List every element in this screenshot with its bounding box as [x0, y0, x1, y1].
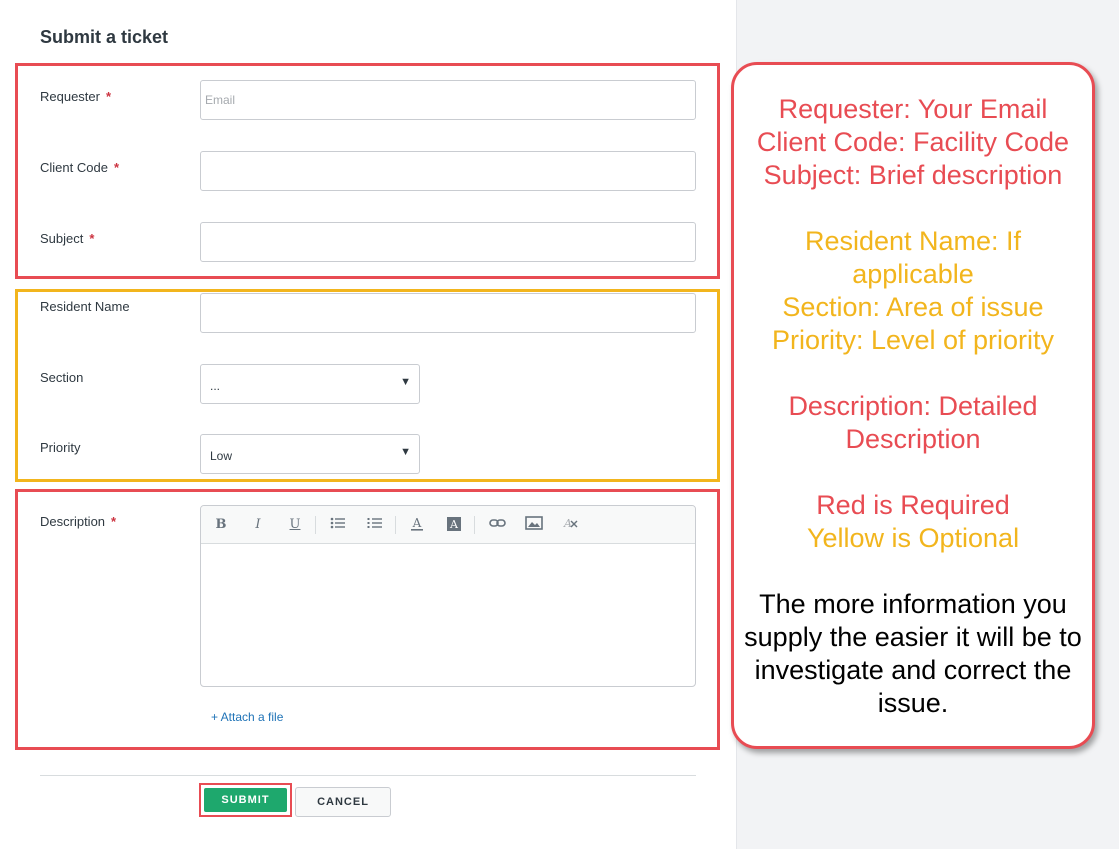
client-code-label: Client Code *: [40, 160, 119, 175]
page-title: Submit a ticket: [40, 27, 169, 47]
clear-format-icon[interactable]: A: [561, 516, 581, 534]
client-code-input[interactable]: [200, 151, 696, 191]
priority-select[interactable]: Low ▼: [200, 434, 420, 474]
bulleted-list-icon[interactable]: [328, 516, 348, 534]
attach-file-link[interactable]: + Attach a file: [211, 710, 283, 724]
cancel-button[interactable]: CANCEL: [295, 787, 391, 817]
toolbar-separator: [315, 516, 316, 534]
callout-section-line: Section: Area of issue: [782, 292, 1044, 322]
callout-client-code-line: Client Code: Facility Code: [756, 127, 1070, 157]
description-editor: B I U A A A: [200, 505, 696, 687]
bold-icon[interactable]: B: [211, 516, 231, 534]
numbered-list-icon[interactable]: [365, 516, 385, 534]
background-color-icon[interactable]: A: [444, 516, 464, 534]
callout-legend-required: Red is Required: [816, 490, 1010, 520]
callout-resident-line: Resident Name: If applicable: [804, 226, 1022, 289]
resident-name-label: Resident Name: [40, 299, 130, 314]
editor-toolbar: B I U A A A: [201, 506, 695, 544]
callout-subject-line: Subject: Brief description: [763, 160, 1063, 190]
submit-button[interactable]: SUBMIT: [204, 788, 287, 812]
priority-label: Priority: [40, 440, 81, 455]
callout-description-line: Description: Detailed Description: [788, 391, 1038, 454]
svg-text:A: A: [412, 516, 422, 530]
section-label: Section: [40, 370, 84, 385]
italic-icon[interactable]: I: [248, 516, 268, 534]
client-code-label-text: Client Code: [40, 160, 108, 175]
subject-label: Subject *: [40, 231, 94, 246]
requester-label-text: Requester: [40, 89, 100, 104]
subject-input[interactable]: [200, 222, 696, 262]
svg-text:A: A: [449, 518, 459, 531]
callout-requester-line: Requester: Your Email: [778, 94, 1048, 124]
instructions-callout: Requester: Your Email Client Code: Facil…: [731, 62, 1095, 749]
svg-text:A: A: [563, 517, 572, 530]
callout-note: The more information you supply the easi…: [744, 589, 1082, 718]
requester-label: Requester *: [40, 89, 111, 104]
required-marker: *: [111, 514, 117, 529]
requester-email-input[interactable]: [200, 80, 696, 120]
toolbar-separator: [474, 516, 475, 534]
underline-icon[interactable]: U: [285, 516, 305, 534]
priority-selected-value: Low: [210, 449, 233, 463]
section-selected-value: ...: [210, 379, 221, 393]
form-divider: [40, 775, 696, 776]
dropdown-arrow-icon: ▼: [400, 446, 411, 458]
required-marker: *: [89, 231, 95, 246]
font-color-icon[interactable]: A: [407, 516, 427, 534]
required-marker: *: [105, 89, 112, 104]
resident-name-input[interactable]: [200, 293, 696, 333]
dropdown-arrow-icon: ▼: [400, 376, 411, 388]
callout-legend-optional: Yellow is Optional: [806, 523, 1020, 553]
required-marker: *: [113, 160, 119, 175]
image-icon[interactable]: [524, 516, 544, 534]
description-label-text: Description: [40, 514, 106, 529]
callout-priority-line: Priority: Level of priority: [771, 325, 1055, 355]
section-select[interactable]: ... ▼: [200, 364, 420, 404]
toolbar-separator: [395, 516, 396, 534]
subject-label-text: Subject: [40, 231, 84, 246]
description-label: Description *: [40, 514, 116, 529]
description-text-area[interactable]: [201, 545, 695, 686]
link-icon[interactable]: [488, 516, 508, 534]
